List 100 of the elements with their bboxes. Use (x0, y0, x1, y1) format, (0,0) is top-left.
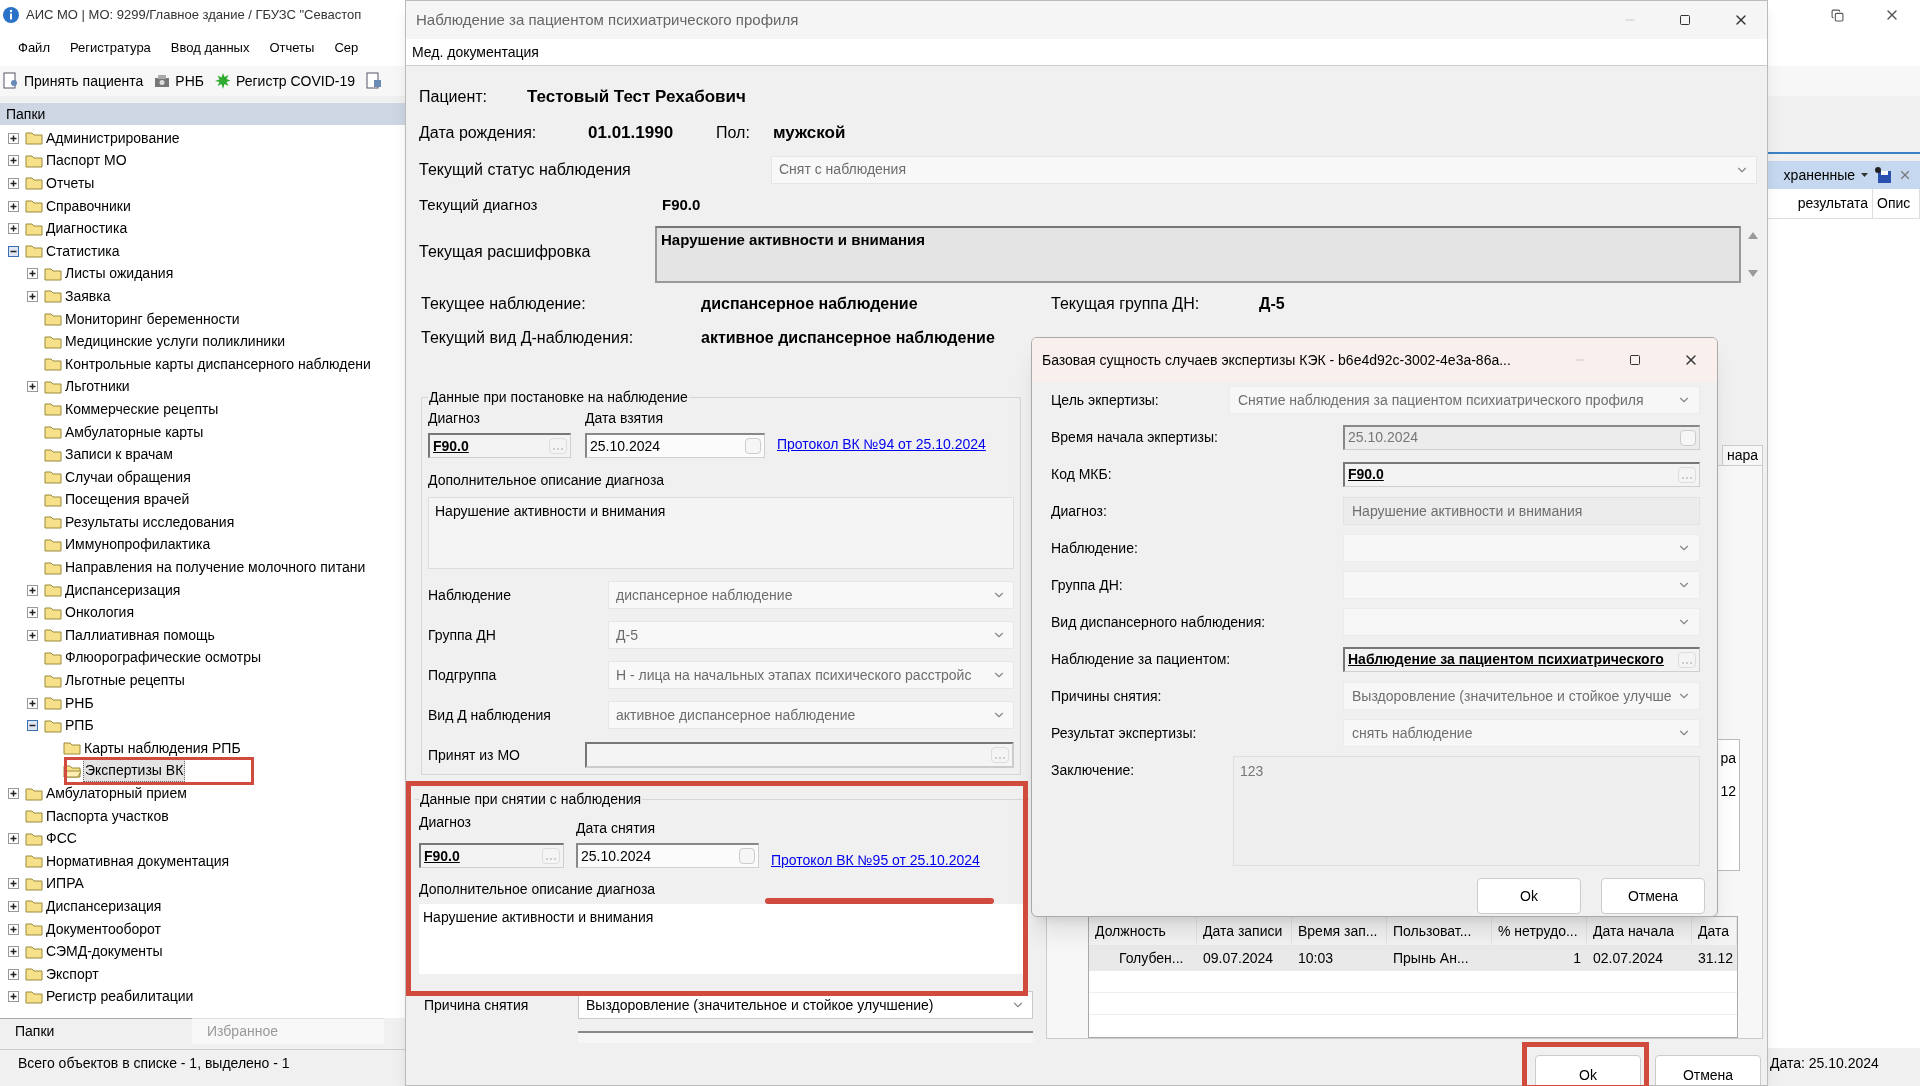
tree-item[interactable]: Экспорт (45, 963, 100, 985)
expand-icon[interactable] (8, 946, 19, 958)
tree-item[interactable]: Статистика (45, 240, 121, 262)
protocol-link[interactable]: Протокол ВК №95 от 25.10.2024 (771, 852, 980, 868)
text-area[interactable]: 123 (1233, 756, 1700, 866)
dropdown[interactable]: Выздоровление (значительное и стойкое улучше (1343, 682, 1700, 710)
restore-icon[interactable] (1831, 8, 1844, 22)
tree-item[interactable]: Диагностика (45, 218, 129, 240)
expand-icon[interactable] (8, 200, 19, 212)
tree-item[interactable]: Паспорт МО (45, 150, 128, 172)
dropdown[interactable]: Снятие наблюдения за пациентом психиатрического профиля (1229, 386, 1700, 414)
toolbar-button[interactable]: РНБ (153, 70, 204, 92)
save-icon[interactable] (1874, 166, 1892, 184)
tree-item[interactable]: Направления на получение молочного питани (64, 557, 367, 579)
dropdown[interactable]: активное диспансерное наблюдение (608, 701, 1014, 729)
ok-button[interactable]: Ok (1477, 878, 1581, 914)
expand-icon[interactable] (8, 923, 19, 935)
expand-icon[interactable] (8, 788, 19, 799)
expand-icon[interactable] (27, 697, 38, 709)
tree-item[interactable]: Диспансеризация (64, 579, 182, 601)
toolbar-button[interactable]: Регистр COVID-19 (214, 70, 356, 92)
tree-item[interactable]: Карты наблюдения РПБ (83, 737, 242, 759)
menu-item[interactable]: Мед. документация (412, 41, 539, 63)
text-field[interactable] (578, 1031, 1033, 1043)
text-field[interactable]: Нарушение активности и внимания (1343, 497, 1700, 525)
expand-icon[interactable] (27, 268, 38, 280)
tree-item[interactable]: Регистр реабилитации (45, 986, 195, 1008)
tree-item[interactable]: Паллиативная помощь (64, 624, 216, 646)
tree-item[interactable]: Амбулаторные карты (64, 421, 205, 443)
tree-item[interactable]: Флюорографические осмотры (64, 647, 263, 669)
tree-item[interactable]: Посещения врачей (64, 489, 191, 511)
tree-item[interactable]: Отчеты (45, 173, 96, 194)
text-area[interactable]: Нарушение активности и внимания (655, 226, 1741, 283)
text-area[interactable]: Нарушение активности и внимания (428, 497, 1014, 569)
toolbar-button[interactable]: Принять пациента (2, 70, 144, 92)
date-field[interactable]: 25.10.2024 (585, 433, 765, 458)
menu-item[interactable]: Ввод данных (170, 38, 250, 58)
expand-icon[interactable] (8, 155, 19, 167)
expand-icon[interactable] (8, 833, 19, 845)
menu-item[interactable]: Регистратура (69, 38, 151, 58)
tree-item[interactable]: Иммунопрофилактика (64, 534, 212, 556)
text-area[interactable]: Нарушение активности и внимания (419, 904, 1025, 974)
expand-icon[interactable] (8, 991, 19, 1003)
expand-icon[interactable] (8, 878, 19, 890)
menu-item[interactable]: Файл (18, 38, 50, 58)
menu-item[interactable]: Сер (334, 38, 359, 58)
lookup-field[interactable] (585, 742, 1014, 768)
expand-icon[interactable] (8, 901, 19, 912)
expand-icon[interactable] (27, 290, 38, 302)
expand-icon[interactable] (8, 178, 19, 189)
code-field[interactable]: F90.0 (1343, 461, 1700, 487)
tree-item[interactable]: Коммерческие рецепты (64, 398, 220, 420)
lookup-field[interactable]: Наблюдение за пациентом психиатрического (1343, 646, 1700, 672)
expand-icon[interactable] (27, 629, 38, 641)
tree-item[interactable]: Нормативная документация (45, 850, 231, 872)
code-field[interactable]: F90.0 (419, 843, 564, 868)
cancel-button[interactable]: Отмена (1601, 878, 1705, 914)
tree-item[interactable]: Заявка (64, 285, 112, 307)
column-header[interactable]: Опис (1873, 189, 1920, 218)
collapse-icon[interactable] (27, 720, 38, 732)
cancel-button[interactable]: Отмена (1655, 1055, 1761, 1085)
expand-icon[interactable] (27, 607, 38, 619)
tree-item[interactable]: ФСС (45, 828, 78, 850)
tree-item[interactable]: Листы ожидания (64, 263, 175, 285)
expand-icon[interactable] (8, 132, 19, 144)
maximize-icon[interactable] (1629, 354, 1641, 366)
tree-item[interactable]: Мониторинг беременности (64, 308, 241, 330)
tree-item[interactable]: Медицинские услуги поликлиники (64, 331, 287, 353)
expand-icon[interactable] (27, 584, 38, 596)
tree-item[interactable]: СЭМД-документы (45, 941, 164, 963)
tree-item[interactable]: Записи к врачам (64, 444, 174, 466)
tree-item[interactable]: Экспертизы ВК (83, 759, 186, 783)
document-icon[interactable] (365, 72, 384, 90)
date-field[interactable]: 25.10.2024 (1343, 424, 1700, 450)
tree-item[interactable]: Льготные рецепты (64, 670, 186, 692)
tree-item[interactable]: Случаи обращения (64, 466, 192, 488)
collapse-icon[interactable] (8, 245, 19, 257)
date-field[interactable]: 25.10.2024 (576, 843, 759, 868)
dropdown[interactable]: Н - лица на начальных этапах психического расстройс (608, 661, 1014, 689)
tab[interactable]: нара (1721, 445, 1763, 465)
dropdown[interactable]: диспансерное наблюдение (608, 581, 1014, 609)
tree-item[interactable]: РПБ (64, 715, 95, 737)
dropdown[interactable]: снять наблюдение (1343, 719, 1700, 747)
protocol-link[interactable]: Протокол ВК №94 от 25.10.2024 (777, 436, 986, 452)
maximize-icon[interactable] (1679, 14, 1691, 26)
tree-item[interactable]: Онкология (64, 602, 135, 624)
tree-item[interactable]: Паспорта участков (45, 805, 170, 827)
tree-item[interactable]: ИПРА (45, 873, 85, 895)
tree-item[interactable]: Амбулаторный прием (45, 783, 188, 804)
tree-item[interactable]: Документооборот (45, 918, 162, 940)
tree-item[interactable]: Контрольные карты диспансерного наблюдени (64, 353, 372, 375)
tree-item[interactable]: Справочники (45, 195, 132, 217)
code-field[interactable]: F90.0 (428, 433, 571, 458)
ok-button[interactable]: Ok (1535, 1055, 1641, 1085)
tree-item[interactable]: Льготники (64, 376, 131, 398)
tree-item[interactable]: Диспансеризация (45, 896, 163, 917)
menu-item[interactable]: Отчеты (269, 38, 315, 58)
dropdown[interactable]: Д-5 (608, 621, 1014, 649)
expand-icon[interactable] (8, 968, 19, 980)
expand-icon[interactable] (8, 223, 19, 235)
